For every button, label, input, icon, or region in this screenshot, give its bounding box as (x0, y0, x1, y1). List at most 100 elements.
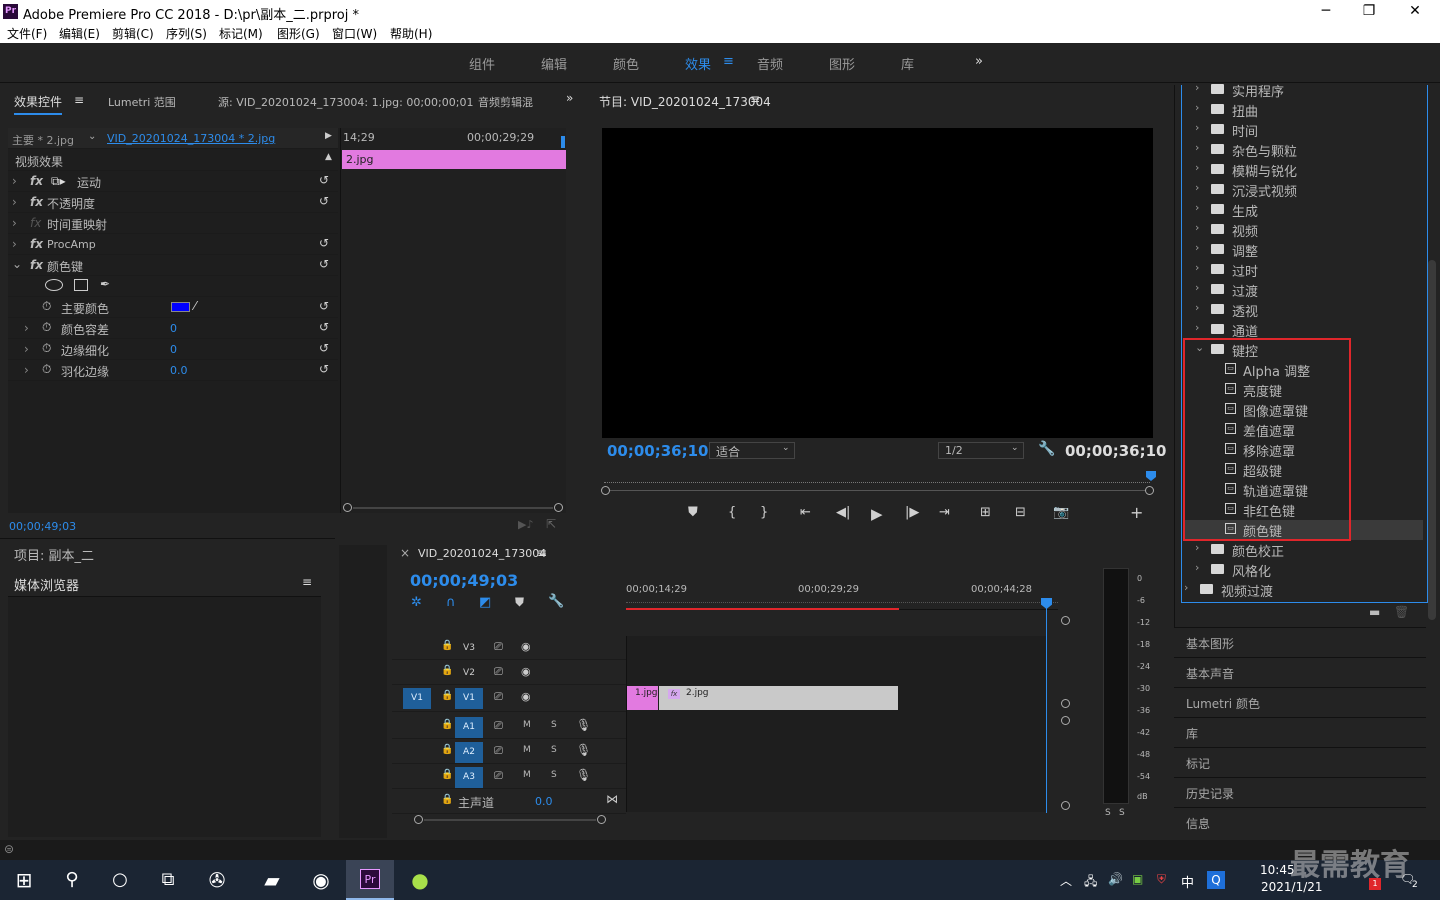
track-label-a2[interactable]: A2 (455, 742, 483, 763)
program-zoom-bar[interactable] (610, 490, 1145, 491)
effects-folder-row[interactable]: › 实用程序 (1183, 80, 1423, 100)
chevron-right-icon[interactable]: › (1195, 301, 1199, 314)
expand-chevron-icon[interactable]: › (24, 342, 29, 356)
lock-icon[interactable]: 🔒 (441, 769, 453, 780)
nvidia-icon[interactable]: ▣ (1132, 872, 1143, 886)
program-menu-icon[interactable]: ≡ (750, 92, 760, 106)
zoom-handle-left[interactable] (343, 503, 352, 512)
effect-row-color-key[interactable]: ⌄ fx 颜色键 ↺ (8, 255, 338, 276)
effects-folder-row[interactable]: › 生成 (1183, 200, 1423, 220)
sync-lock-icon[interactable]: ⎚ (494, 769, 503, 783)
effects-folder-row[interactable]: › 视频过渡 (1183, 580, 1423, 600)
timeline-settings-wrench-icon[interactable]: 🔧 (548, 594, 564, 609)
pen-mask-icon[interactable]: ✒ (100, 277, 110, 291)
network-icon[interactable]: 🖧 (1084, 872, 1097, 893)
track-label-v3[interactable]: V3 (455, 638, 483, 659)
chevron-right-icon[interactable]: › (1195, 281, 1199, 294)
v-zoom-handle[interactable] (1061, 699, 1070, 708)
chevron-right-icon[interactable]: › (1195, 161, 1199, 174)
effect-row-opacity[interactable]: › fx 不透明度 ↺ (8, 192, 338, 213)
effects-folder-row[interactable]: › 扭曲 (1183, 100, 1423, 120)
step-back-icon[interactable]: ◀| (836, 505, 850, 520)
timeline-close-icon[interactable]: × (400, 546, 410, 560)
chevron-up-icon[interactable]: ︿ (1060, 872, 1072, 889)
workspace-graphics[interactable]: 图形 (829, 54, 855, 73)
panel-info[interactable]: 信息 (1174, 807, 1426, 835)
qq-icon[interactable]: Q (1207, 871, 1225, 889)
fit-dropdown[interactable]: 适合 ⌄ (709, 442, 795, 459)
param-value[interactable]: 0 (170, 322, 177, 335)
v-zoom-handle[interactable] (1061, 716, 1070, 725)
play-icon[interactable]: ▶ (871, 505, 883, 523)
ellipse-mask-icon[interactable] (45, 279, 63, 291)
linked-selection-icon[interactable]: ◩ (479, 595, 491, 610)
delete-trash-icon[interactable]: 🗑 (1394, 605, 1409, 619)
mark-in-icon[interactable]: { (728, 505, 736, 520)
effects-scroll-thumb[interactable] (1428, 260, 1436, 620)
chevron-right-icon[interactable]: › (1195, 221, 1199, 234)
expand-chevron-icon[interactable]: › (12, 237, 17, 251)
zoom-scrollbar[interactable] (353, 507, 553, 509)
mute-button[interactable]: M (523, 745, 531, 755)
mark-out-icon[interactable]: } (760, 505, 768, 520)
expand-chevron-icon[interactable]: › (12, 174, 17, 188)
effect-row-procamp[interactable]: › fx ProcAmp ↺ (8, 234, 338, 255)
expand-chevron-icon[interactable]: › (24, 363, 29, 377)
chevron-right-icon[interactable]: › (1195, 81, 1199, 94)
v-zoom-handle[interactable] (1061, 801, 1070, 810)
collapse-chevron-icon[interactable]: ⌄ (12, 257, 22, 271)
eye-icon[interactable]: ◉ (521, 665, 531, 678)
clip-1[interactable]: 1.jpg (627, 686, 658, 710)
tab-lumetri-scopes[interactable]: Lumetri 范围 (108, 94, 176, 110)
master-clip-label[interactable]: 主要 * 2.jpg (12, 132, 74, 148)
lock-icon[interactable]: 🔒 (441, 665, 453, 676)
effects-folder-row[interactable]: › 调整 (1183, 240, 1423, 260)
go-to-out-icon[interactable]: ⇥ (939, 505, 950, 520)
eyedropper-icon[interactable]: ⁄ (194, 299, 196, 313)
volume-icon[interactable]: 🔊 (1108, 872, 1123, 886)
expand-chevron-icon[interactable]: › (12, 195, 17, 209)
close-button[interactable]: ✕ (1392, 0, 1438, 23)
app-melon-icon[interactable]: ● (402, 862, 438, 898)
windows-start-icon[interactable]: ⊞ (6, 862, 42, 898)
zoom-handle-right[interactable] (554, 503, 563, 512)
new-bin-folder-icon[interactable]: ▬ (1369, 605, 1380, 619)
effects-folder-row[interactable]: › 颜色校正 (1183, 540, 1423, 560)
expand-chevron-icon[interactable]: › (12, 216, 17, 230)
timeline-menu-icon[interactable]: ≡ (537, 546, 547, 560)
program-monitor-title[interactable]: 节目: VID_20201024_173004 (599, 93, 771, 110)
menu-file[interactable]: 文件(F) (7, 25, 47, 42)
tab-effect-controls[interactable]: 效果控件 (14, 93, 63, 115)
reset-icon[interactable]: ↺ (319, 236, 329, 250)
solo-button[interactable]: S (551, 770, 557, 780)
fx-icon[interactable]: fx (30, 195, 43, 209)
tab-audio-clip-mixer[interactable]: 音频剪辑混 (478, 94, 533, 110)
add-button[interactable]: + (1130, 503, 1143, 522)
menu-sequence[interactable]: 序列(S) (166, 25, 207, 42)
security-icon[interactable]: ⛨ (1157, 872, 1166, 887)
stopwatch-icon[interactable]: ⏱ (42, 320, 51, 335)
clip-bar[interactable]: 2.jpg (342, 150, 566, 169)
sequence-clip-label[interactable]: VID_20201024_173004 * 2.jpg (107, 132, 275, 145)
reset-icon[interactable]: ↺ (319, 173, 329, 187)
program-video-frame[interactable] (602, 128, 1153, 438)
h-zoom-left[interactable] (414, 815, 423, 824)
task-view-icon[interactable]: ⧉ (150, 862, 186, 898)
rectangle-mask-icon[interactable] (74, 279, 88, 291)
track-label-v1[interactable]: V1 (455, 688, 483, 709)
effects-folder-row[interactable]: › 过时 (1183, 260, 1423, 280)
cortana-icon[interactable]: ○ (102, 862, 138, 898)
app-notebook-icon[interactable]: ▰ (254, 862, 290, 898)
program-current-timecode[interactable]: 00;00;36;10 (607, 442, 709, 460)
collapse-up-icon[interactable]: ▲ (325, 152, 332, 162)
chevron-right-icon[interactable]: › (1195, 561, 1199, 574)
effects-folder-row[interactable]: › 风格化 (1183, 560, 1423, 580)
sync-lock-icon[interactable]: ⎚ (494, 690, 503, 704)
menu-help[interactable]: 帮助(H) (390, 25, 432, 42)
reset-icon[interactable]: ↺ (319, 341, 329, 355)
media-browser-menu-icon[interactable]: ≡ (302, 575, 312, 589)
go-to-in-icon[interactable]: ⇤ (800, 505, 811, 520)
chevron-right-icon[interactable]: › (1195, 121, 1199, 134)
effects-folder-row[interactable]: › 杂色与颗粒 (1183, 140, 1423, 160)
timeline-ruler[interactable]: 00;00;14;29 00;00;29;29 00;00;44;28 (626, 578, 1058, 610)
